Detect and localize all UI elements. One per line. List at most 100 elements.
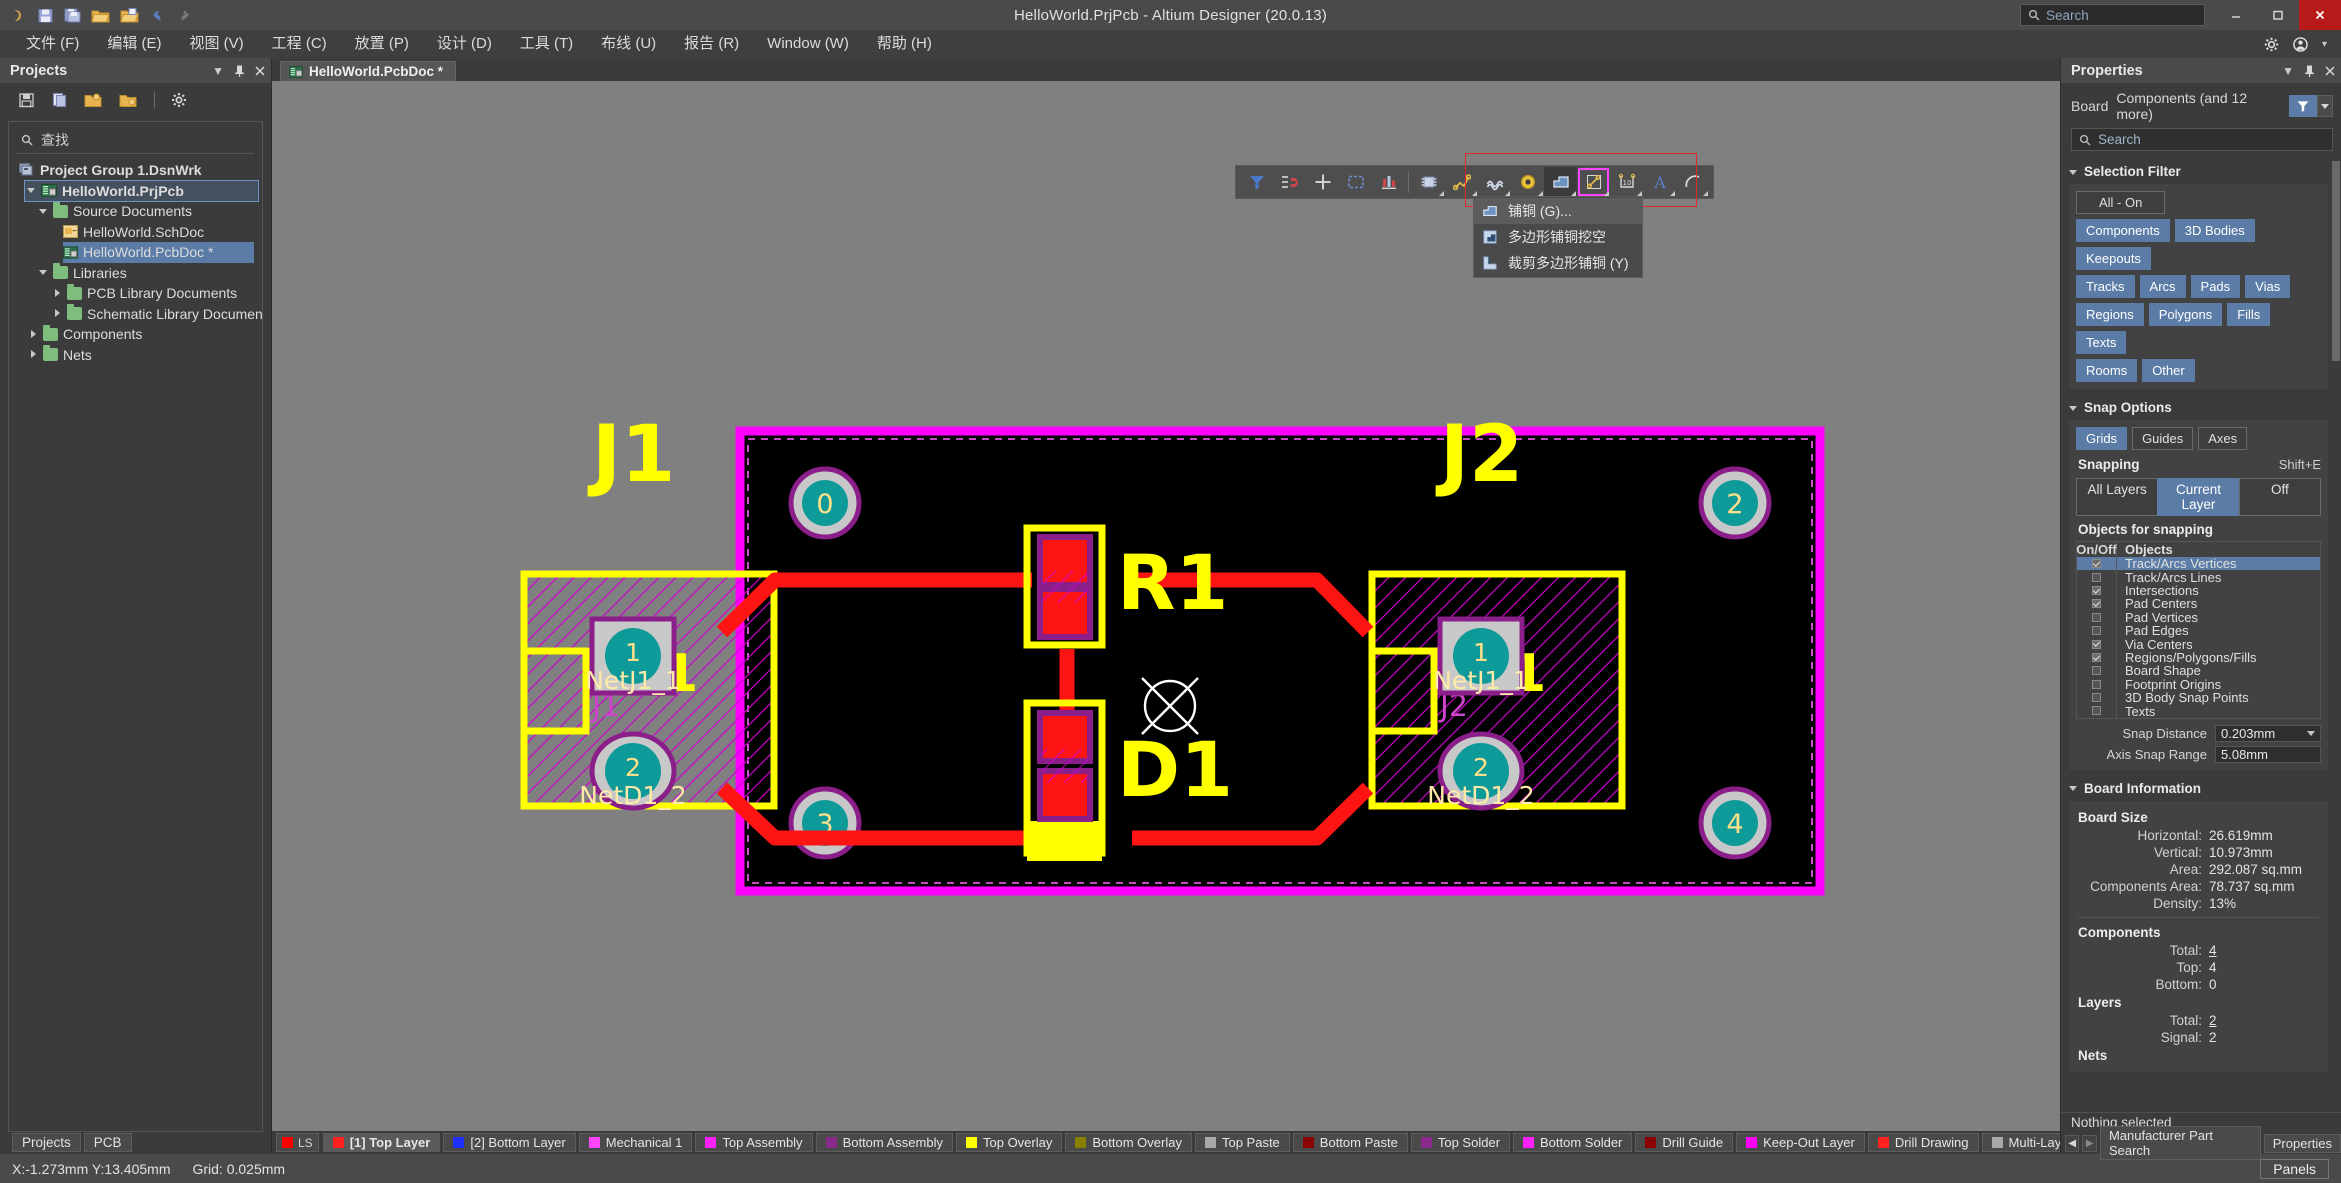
checkbox[interactable] bbox=[2092, 612, 2101, 622]
filter-chip-all-on[interactable]: All - On bbox=[2076, 191, 2166, 214]
user-account-icon[interactable] bbox=[2293, 36, 2308, 52]
properties-search-input[interactable]: Search bbox=[2071, 128, 2333, 151]
table-row[interactable]: Intersections bbox=[2077, 583, 2320, 598]
filter-chip-other[interactable]: Other bbox=[2142, 359, 2195, 382]
filter-chip-3d-bodies[interactable]: 3D Bodies bbox=[2174, 219, 2255, 242]
tree-item-helloworld-pcbdoc[interactable]: HelloWorld.PcbDoc * bbox=[63, 242, 254, 263]
table-row[interactable]: Board Shape bbox=[2077, 663, 2320, 678]
table-row[interactable]: Texts bbox=[2077, 704, 2320, 719]
checkbox[interactable] bbox=[2092, 599, 2101, 609]
tree-item-components[interactable]: Components bbox=[29, 324, 258, 345]
crosshair-button[interactable] bbox=[1306, 167, 1339, 197]
tree-item-helloworld-prjpcb[interactable]: HelloWorld.PrjPcb bbox=[24, 179, 259, 202]
layer-tab-bottom-layer[interactable]: [2] Bottom Layer bbox=[443, 1133, 576, 1152]
menu-help[interactable]: 帮助 (H) bbox=[863, 30, 946, 58]
account-chevron-down-icon[interactable]: ▾ bbox=[2322, 39, 2327, 50]
project-settings-folder-icon[interactable] bbox=[119, 92, 138, 108]
tree-item-nets[interactable]: Nets bbox=[29, 345, 258, 366]
chevron-right-icon[interactable] bbox=[29, 350, 38, 359]
filter-icon[interactable] bbox=[2289, 95, 2317, 117]
filter-chip-regions[interactable]: Regions bbox=[2076, 303, 2144, 326]
filter-chip-vias[interactable]: Vias bbox=[2245, 275, 2291, 298]
section-header-selection-filter[interactable]: Selection Filter bbox=[2061, 159, 2332, 184]
align-button[interactable] bbox=[1372, 167, 1405, 197]
tab-pcb[interactable]: PCB bbox=[83, 1133, 132, 1152]
checkbox[interactable] bbox=[2092, 572, 2101, 582]
tab-nav-next-icon[interactable]: ▶ bbox=[2082, 1134, 2097, 1152]
filter-chip-keepouts[interactable]: Keepouts bbox=[2076, 247, 2151, 270]
layer-tab-top-solder[interactable]: Top Solder bbox=[1410, 1133, 1510, 1152]
menu-place[interactable]: 放置 (P) bbox=[341, 30, 423, 58]
selection-filter-toggle[interactable] bbox=[2289, 95, 2333, 117]
polygon-pour-dropdown-menu[interactable]: 铺铜 (G)... 多边形铺铜挖空 裁剪多边形铺铜 (Y) bbox=[1473, 196, 1643, 278]
filter-chip-arcs[interactable]: Arcs bbox=[2139, 275, 2186, 298]
kv-value-link[interactable]: 4 bbox=[2209, 943, 2321, 958]
filter-chip-texts[interactable]: Texts bbox=[2076, 331, 2127, 354]
properties-scroll-area[interactable]: Selection Filter All - On Components 3D … bbox=[2061, 159, 2341, 1112]
tree-item-helloworld-schdoc[interactable]: HelloWorld.SchDoc bbox=[63, 222, 258, 243]
menu-item-slice-polygon[interactable]: 裁剪多边形铺铜 (Y) bbox=[1474, 250, 1642, 276]
tree-item-libraries[interactable]: Libraries bbox=[39, 263, 258, 284]
table-row[interactable]: Track/Arcs Vertices bbox=[2077, 556, 2320, 571]
filter-button[interactable] bbox=[1240, 167, 1273, 197]
table-row[interactable]: 3D Body Snap Points bbox=[2077, 690, 2320, 705]
properties-scrollbar[interactable] bbox=[2332, 159, 2340, 1112]
layer-tab-top-overlay[interactable]: Top Overlay bbox=[956, 1133, 1063, 1152]
menu-item-polygon-cutout[interactable]: 多边形铺铜挖空 bbox=[1474, 224, 1642, 250]
chevron-down-icon[interactable] bbox=[2069, 404, 2078, 413]
snap-magnet-button[interactable] bbox=[1273, 167, 1306, 197]
menu-item-polygon-pour[interactable]: 铺铜 (G)... bbox=[1474, 198, 1642, 224]
layer-tab-top-assembly[interactable]: Top Assembly bbox=[695, 1133, 813, 1152]
table-row[interactable]: Track/Arcs Lines bbox=[2077, 570, 2320, 585]
panel-dropdown-icon[interactable]: ▼ bbox=[212, 64, 224, 78]
tab-nav-prev-icon[interactable]: ◀ bbox=[2065, 1134, 2080, 1152]
checkbox[interactable] bbox=[2092, 706, 2101, 716]
chevron-down-icon[interactable] bbox=[39, 207, 48, 216]
checkbox[interactable] bbox=[2092, 559, 2101, 569]
filter-chip-components[interactable]: Components bbox=[2076, 219, 2170, 242]
table-row[interactable]: Pad Vertices bbox=[2077, 610, 2320, 625]
menu-edit[interactable]: 编辑 (E) bbox=[93, 30, 175, 58]
snap-mode-axes[interactable]: Axes bbox=[2198, 427, 2248, 450]
filter-chip-fills[interactable]: Fills bbox=[2227, 303, 2271, 326]
open-project-icon[interactable] bbox=[120, 7, 139, 24]
layer-tab-drill-drawing[interactable]: Drill Drawing bbox=[1867, 1133, 1979, 1152]
checkbox[interactable] bbox=[2092, 693, 2101, 703]
menu-view[interactable]: 视图 (V) bbox=[176, 30, 258, 58]
layer-tab-bottom-assembly[interactable]: Bottom Assembly bbox=[815, 1133, 953, 1152]
section-header-snap-options[interactable]: Snap Options bbox=[2061, 395, 2332, 420]
pin-icon[interactable] bbox=[234, 65, 245, 77]
checkbox[interactable] bbox=[2092, 585, 2101, 595]
save-icon[interactable] bbox=[37, 7, 54, 24]
layer-tab-keep-out-layer[interactable]: Keep-Out Layer bbox=[1736, 1133, 1865, 1152]
layer-tab-bottom-solder[interactable]: Bottom Solder bbox=[1513, 1133, 1633, 1152]
open-project-folder-icon[interactable] bbox=[84, 92, 103, 108]
gear-icon[interactable] bbox=[171, 92, 187, 108]
menu-route[interactable]: 布线 (U) bbox=[587, 30, 670, 58]
checkbox[interactable] bbox=[2092, 626, 2101, 636]
table-row[interactable]: Regions/Polygons/Fills bbox=[2077, 650, 2320, 665]
snap-distance-input[interactable]: 0.203mm bbox=[2215, 724, 2321, 742]
table-row[interactable]: Pad Centers bbox=[2077, 596, 2320, 611]
menu-window[interactable]: Window (W) bbox=[753, 30, 863, 58]
chevron-right-icon[interactable] bbox=[29, 329, 38, 339]
undo-icon[interactable] bbox=[149, 7, 166, 24]
place-component-button[interactable] bbox=[1412, 167, 1445, 197]
projects-find-input[interactable]: 查找 bbox=[17, 128, 254, 154]
open-folder-icon[interactable] bbox=[91, 7, 110, 24]
chevron-right-icon[interactable] bbox=[53, 288, 62, 298]
tab-projects[interactable]: Projects bbox=[12, 1133, 81, 1152]
checkbox[interactable] bbox=[2092, 639, 2101, 649]
table-row[interactable]: Pad Edges bbox=[2077, 623, 2320, 638]
menu-design[interactable]: 设计 (D) bbox=[423, 30, 506, 58]
layer-tab-mechanical-1[interactable]: Mechanical 1 bbox=[578, 1133, 693, 1152]
checkbox[interactable] bbox=[2092, 679, 2101, 689]
document-tab-helloworld-pcbdoc[interactable]: HelloWorld.PcbDoc * bbox=[280, 61, 457, 81]
filter-chip-tracks[interactable]: Tracks bbox=[2076, 275, 2135, 298]
layer-tab-multi-layer[interactable]: Multi-Layer bbox=[1981, 1133, 2060, 1152]
tree-item-pcb-library-documents[interactable]: PCB Library Documents bbox=[53, 283, 258, 304]
menu-reports[interactable]: 报告 (R) bbox=[670, 30, 753, 58]
filter-chip-pads[interactable]: Pads bbox=[2190, 275, 2241, 298]
snap-mode-guides[interactable]: Guides bbox=[2132, 427, 2194, 450]
compile-icon[interactable] bbox=[51, 92, 68, 108]
